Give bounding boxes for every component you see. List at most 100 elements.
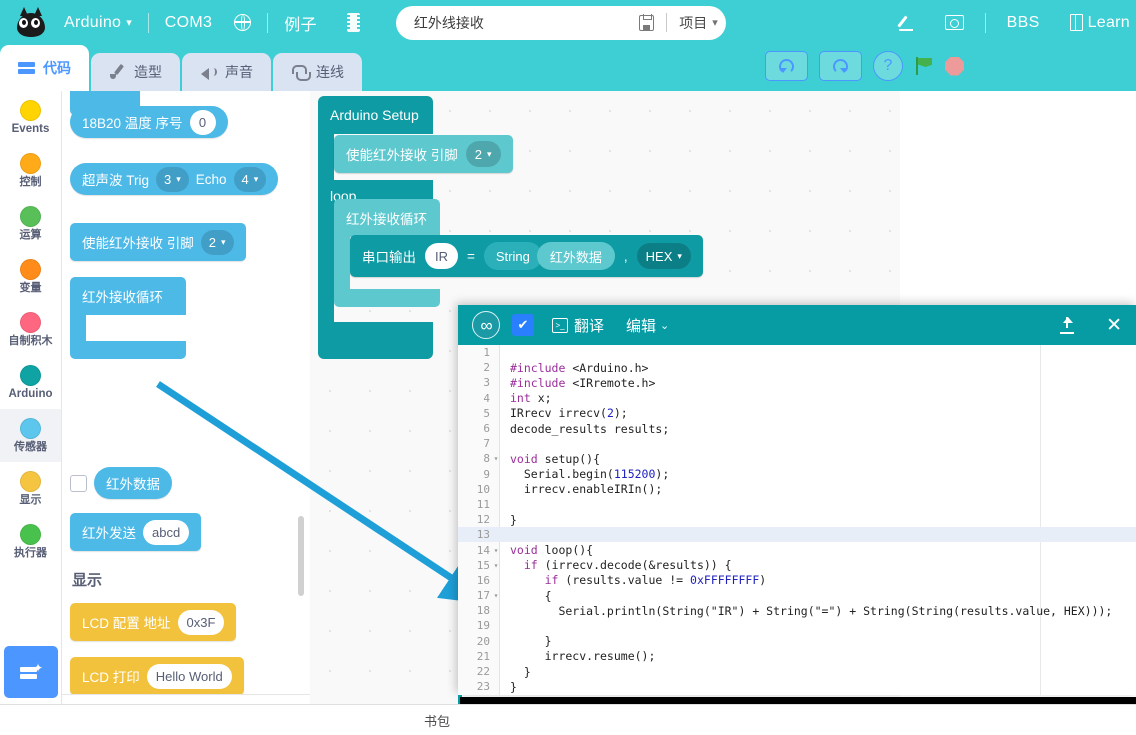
project-bar[interactable]: 红外线接收 项目 ▾	[395, 5, 726, 40]
block-serial-print[interactable]: 串口输出 IR = String 红外数据 , HEX ▾	[350, 235, 703, 277]
help-button[interactable]: ?	[873, 51, 903, 81]
block-enable-ir-receive[interactable]: 使能红外接收 引脚 2 ▾	[334, 135, 513, 173]
sidebar-item-events[interactable]: Events	[0, 91, 61, 144]
code-line[interactable]: 7	[458, 436, 1136, 451]
palette-block-lcd-print[interactable]: LCD 打印 Hello World	[70, 657, 244, 695]
code-lines-container[interactable]: 1 2 #include <Arduino.h> 3 #include <IRremot…	[458, 345, 1136, 695]
edit-button[interactable]	[896, 14, 917, 31]
examples-button[interactable]: 例子	[282, 11, 319, 35]
tab-sound[interactable]: 声音	[182, 53, 271, 91]
block-dropdown-pin[interactable]: 2 ▾	[200, 229, 234, 255]
bbs-link[interactable]: BBS	[1005, 14, 1042, 32]
tab-list: 代码 造型 声音 连线	[0, 45, 364, 91]
code-line[interactable]: 22 }	[458, 664, 1136, 679]
sidebar-item-arduino[interactable]: Arduino	[0, 356, 61, 409]
code-line[interactable]: 1	[458, 345, 1136, 360]
palette-scrollbar[interactable]	[298, 516, 304, 596]
tab-code[interactable]: 代码	[0, 45, 89, 91]
sidebar-item-sensors[interactable]: 传感器	[0, 409, 61, 462]
port-selector[interactable]: COM3	[163, 14, 214, 32]
block-ir-data-reporter[interactable]: 红外数据	[536, 242, 615, 270]
code-line[interactable]: 8 ▾ void setup(){	[458, 451, 1136, 466]
block-dropdown-hex[interactable]: HEX ▾	[636, 243, 691, 269]
code-line[interactable]: 4 int x;	[458, 391, 1136, 406]
edit-menu[interactable]: 编辑 ⌄	[626, 315, 669, 336]
block-palette[interactable]: 18B20 温度 序号 0 超声波 Trig 3 ▾ Echo 4 ▾ 使能红外…	[62, 91, 310, 704]
close-button[interactable]: ✕	[1106, 316, 1122, 335]
palette-checkbox-ir-data[interactable]	[70, 475, 87, 492]
block-input-text[interactable]: Hello World	[146, 663, 232, 689]
line-number: 6	[483, 422, 490, 436]
code-line[interactable]: 14 ▾ void loop(){	[458, 542, 1136, 557]
palette-block-ir-data[interactable]: 红外数据	[94, 467, 172, 499]
block-dropdown-echo[interactable]: 4 ▾	[233, 166, 267, 192]
block-input-index[interactable]: 0	[189, 109, 216, 135]
code-line[interactable]: 13	[458, 527, 1136, 543]
verify-button[interactable]: ✔	[512, 314, 534, 336]
upload-button[interactable]	[1059, 316, 1076, 334]
project-menu[interactable]: 项目 ▾	[679, 13, 718, 33]
green-flag-button[interactable]	[914, 56, 934, 76]
code-line[interactable]: 16 if (results.value != 0xFFFFFFFF)	[458, 573, 1136, 588]
tab-costume[interactable]: 造型	[91, 53, 180, 91]
code-editor[interactable]: 1 2 #include <Arduino.h> 3 #include <IRremot…	[458, 345, 1136, 695]
block-input-tag[interactable]: IR	[425, 243, 458, 269]
code-line[interactable]: 10 irrecv.enableIRIn();	[458, 482, 1136, 497]
code-line[interactable]: 15 ▾ if (irrecv.decode(&results)) {	[458, 558, 1136, 573]
code-line[interactable]: 17 ▾ {	[458, 588, 1136, 603]
code-line[interactable]: 24	[458, 694, 1136, 695]
code-line[interactable]: 20 }	[458, 634, 1136, 649]
redo-button[interactable]	[819, 51, 862, 81]
save-icon[interactable]	[639, 14, 655, 31]
code-line[interactable]: 5 IRrecv irrecv(2);	[458, 406, 1136, 421]
screenshot-button[interactable]	[943, 15, 966, 30]
fold-toggle-icon[interactable]: ▾	[492, 591, 500, 600]
code-line[interactable]: 11	[458, 497, 1136, 512]
palette-block-ultrasonic[interactable]: 超声波 Trig 3 ▾ Echo 4 ▾	[70, 163, 279, 195]
code-line[interactable]: 9 Serial.begin(115200);	[458, 467, 1136, 482]
code-panel[interactable]: ∞ ✔ >_ 翻译 编辑 ⌄ ✕ 1 2 #include <Arduino.h> 3…	[458, 305, 1136, 695]
chip-icon	[346, 13, 360, 32]
code-line[interactable]: 12}	[458, 512, 1136, 527]
fold-toggle-icon[interactable]: ▾	[492, 561, 500, 570]
code-line[interactable]: 23}	[458, 679, 1136, 694]
code-line[interactable]: 2 #include <Arduino.h>	[458, 360, 1136, 375]
block-input-address[interactable]: 0x3F	[177, 609, 225, 635]
code-line[interactable]: 18 Serial.println(String("IR") + String(…	[458, 603, 1136, 618]
sidebar-item-operators[interactable]: 运算	[0, 197, 61, 250]
line-number: 2	[483, 361, 490, 375]
app-logo[interactable]	[0, 0, 62, 45]
code-line[interactable]: 21 irrecv.resume();	[458, 649, 1136, 664]
sidebar-item-control[interactable]: 控制	[0, 144, 61, 197]
code-line[interactable]: 3 #include <IRremote.h>	[458, 375, 1136, 390]
fold-toggle-icon[interactable]: ▾	[492, 454, 500, 463]
undo-button[interactable]	[765, 51, 808, 81]
sidebar-item-actuators[interactable]: 执行器	[0, 515, 61, 568]
sidebar-item-variables[interactable]: 变量	[0, 250, 61, 303]
sidebar-item-display[interactable]: 显示	[0, 462, 61, 515]
language-button[interactable]	[232, 13, 253, 31]
block-dropdown-pin[interactable]: 2 ▾	[465, 141, 501, 167]
block-dropdown-trig[interactable]: 3 ▾	[156, 166, 189, 192]
palette-block-ir-enable[interactable]: 使能红外接收 引脚 2 ▾	[70, 223, 246, 261]
block-string-join[interactable]: String	[483, 242, 542, 270]
add-extension-button[interactable]: ✦	[4, 646, 58, 698]
block-arduino-setup-header[interactable]: Arduino Setup	[318, 96, 433, 134]
palette-block-ir-loop[interactable]: 红外接收循环	[70, 277, 186, 359]
block-input-text[interactable]: abcd	[143, 519, 190, 545]
code-line[interactable]: 19	[458, 618, 1136, 633]
board-selector[interactable]: Arduino ▾	[62, 14, 134, 32]
board-chip-button[interactable]	[345, 13, 362, 32]
palette-block-ir-send[interactable]: 红外发送 abcd	[70, 513, 202, 551]
terminal-icon[interactable]: >_	[552, 317, 568, 333]
tab-wiring[interactable]: 连线	[273, 53, 362, 91]
learn-link[interactable]: Learn	[1068, 14, 1132, 32]
workspace-toolbar: ?	[765, 51, 964, 81]
stop-button[interactable]	[945, 56, 964, 76]
code-line[interactable]: 6 decode_results results;	[458, 421, 1136, 436]
palette-block-ds18b20[interactable]: 18B20 温度 序号 0	[70, 106, 228, 138]
sidebar-item-my-blocks[interactable]: 自制积木	[0, 303, 61, 356]
translate-label[interactable]: 翻译	[574, 315, 604, 336]
fold-toggle-icon[interactable]: ▾	[492, 546, 500, 555]
palette-block-lcd-config[interactable]: LCD 配置 地址 0x3F	[70, 603, 237, 641]
